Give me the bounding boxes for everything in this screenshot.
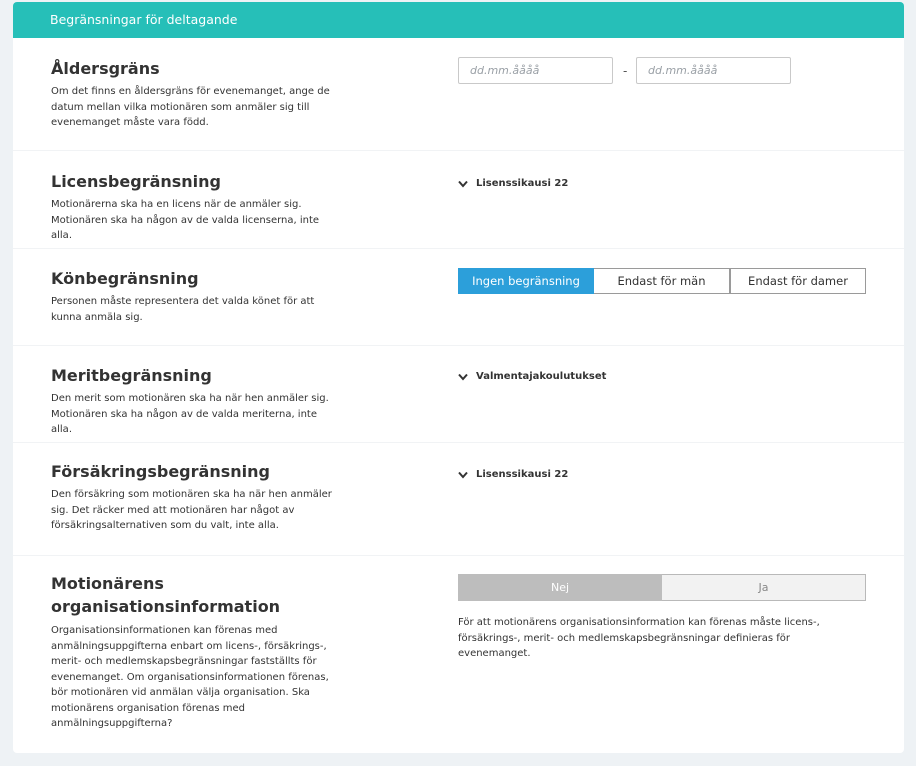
insurance-limit-section: Försäkringsbegränsning Den försäkring so… bbox=[13, 443, 904, 555]
age-limit-title: Åldersgräns bbox=[51, 59, 160, 78]
gender-segmented-control: Ingen begränsning Endast för män Endast … bbox=[458, 268, 866, 294]
merit-limit-title: Meritbegränsning bbox=[51, 366, 212, 385]
chevron-down-icon bbox=[458, 180, 468, 188]
org-info-no-button[interactable]: Nej bbox=[458, 574, 662, 601]
panel-header: Begränsningar för deltagande bbox=[13, 2, 904, 38]
insurance-limit-title: Försäkringsbegränsning bbox=[51, 462, 270, 481]
organisation-info-description: Organisationsinformationen kan förenas m… bbox=[51, 625, 329, 729]
license-limit-title: Licensbegränsning bbox=[51, 172, 222, 191]
organisation-info-title-line2: organisationsinformation bbox=[51, 597, 281, 616]
organisation-info-section: Motionärens organisationsinformation Org… bbox=[13, 556, 904, 753]
insurance-dropdown-label: Lisenssikausi 22 bbox=[476, 469, 569, 480]
gender-option-no-limit[interactable]: Ingen begränsning bbox=[458, 268, 594, 294]
organisation-info-toggle: Nej Ja bbox=[458, 574, 866, 601]
merit-limit-description: Den merit som motionären ska ha när hen … bbox=[51, 393, 329, 435]
gender-limit-description: Personen måste representera det valda kö… bbox=[51, 296, 315, 323]
date-range-separator: - bbox=[623, 64, 628, 78]
license-limit-description: Motionärerna ska ha en licens när de anm… bbox=[51, 199, 320, 241]
insurance-limit-description: Den försäkring som motionären ska ha när… bbox=[51, 489, 332, 531]
gender-limit-section: Könbegränsning Personen måste represente… bbox=[13, 249, 904, 345]
merit-limit-section: Meritbegränsning Den merit som motionäre… bbox=[13, 346, 904, 442]
merit-dropdown-label: Valmentajakoulutukset bbox=[476, 371, 607, 382]
age-limit-description: Om det finns en åldersgräns för eveneman… bbox=[51, 86, 330, 128]
merit-dropdown[interactable]: Valmentajakoulutukset bbox=[458, 371, 606, 382]
organisation-info-title-line1: Motionärens bbox=[51, 574, 164, 593]
gender-option-women-only[interactable]: Endast för damer bbox=[730, 268, 866, 294]
age-from-date-input[interactable] bbox=[458, 57, 613, 84]
organisation-info-note: För att motionärens organisationsinforma… bbox=[458, 617, 820, 659]
participation-limits-panel: Begränsningar för deltagande Åldersgräns… bbox=[13, 2, 904, 753]
chevron-down-icon bbox=[458, 471, 468, 479]
insurance-dropdown[interactable]: Lisenssikausi 22 bbox=[458, 469, 568, 480]
license-dropdown-label: Lisenssikausi 22 bbox=[476, 178, 569, 189]
age-limit-section: Åldersgräns Om det finns en åldersgräns … bbox=[13, 38, 904, 150]
gender-limit-title: Könbegränsning bbox=[51, 269, 199, 288]
chevron-down-icon bbox=[458, 373, 468, 381]
gender-option-men-only[interactable]: Endast för män bbox=[594, 268, 730, 294]
org-info-yes-button[interactable]: Ja bbox=[662, 574, 866, 601]
license-dropdown[interactable]: Lisenssikausi 22 bbox=[458, 178, 568, 189]
license-limit-section: Licensbegränsning Motionärerna ska ha en… bbox=[13, 151, 904, 248]
age-to-date-input[interactable] bbox=[636, 57, 791, 84]
